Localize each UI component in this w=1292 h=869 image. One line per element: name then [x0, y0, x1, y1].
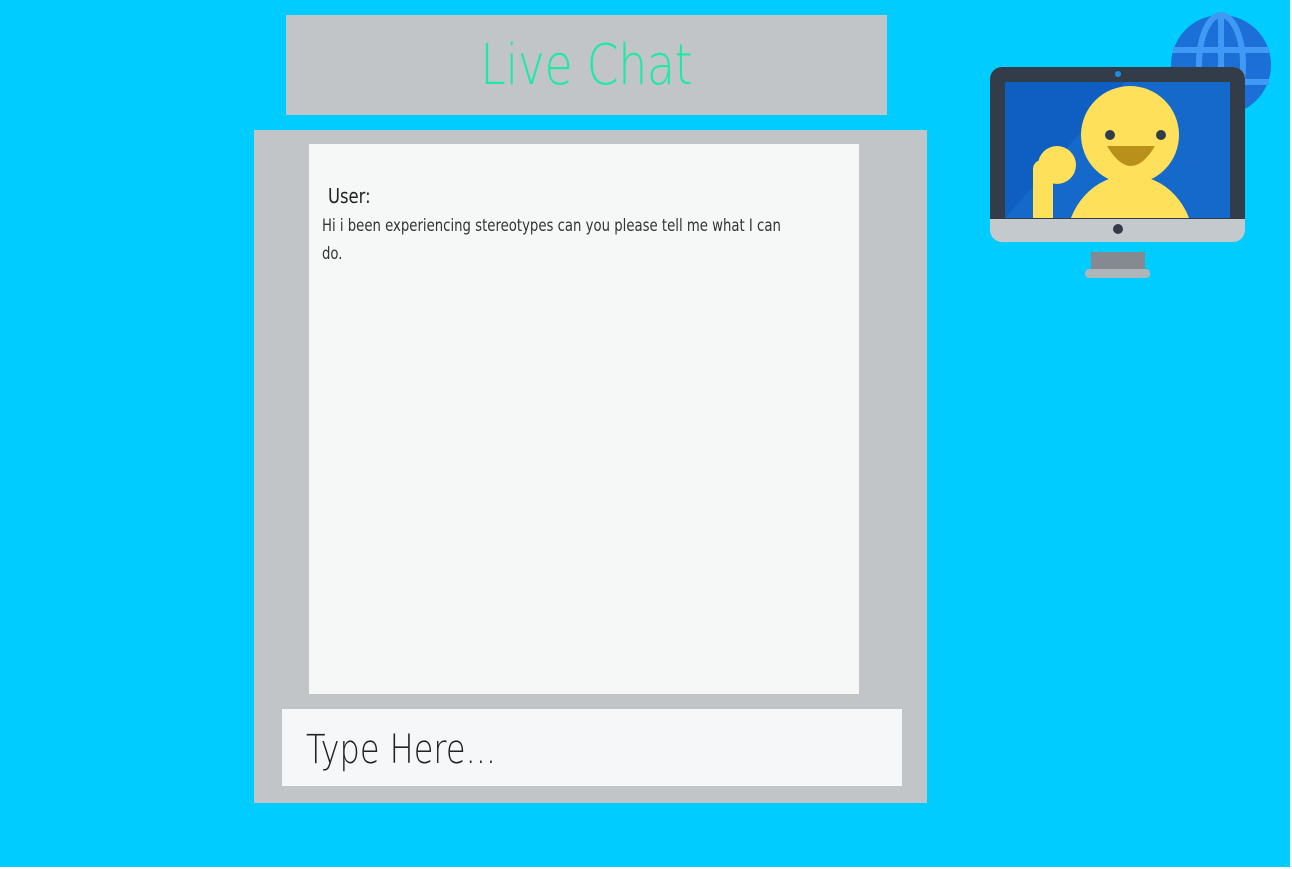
- message-list[interactable]: User: Hi i been experiencing stereotypes…: [309, 144, 859, 694]
- input-placeholder: Type Here...: [306, 727, 497, 773]
- message-input[interactable]: Type Here...: [282, 709, 902, 786]
- message-text: Hi i been experiencing stereotypes can y…: [322, 216, 781, 264]
- live-chat-screen: Live Chat User: Hi i been experiencing s…: [0, 0, 1290, 867]
- page-title: Live Chat: [480, 32, 693, 98]
- chat-panel: User: Hi i been experiencing stereotypes…: [254, 130, 927, 803]
- header-banner: Live Chat: [286, 15, 887, 115]
- chat-illustration: [985, 10, 1275, 285]
- message-sender: User:: [328, 184, 371, 208]
